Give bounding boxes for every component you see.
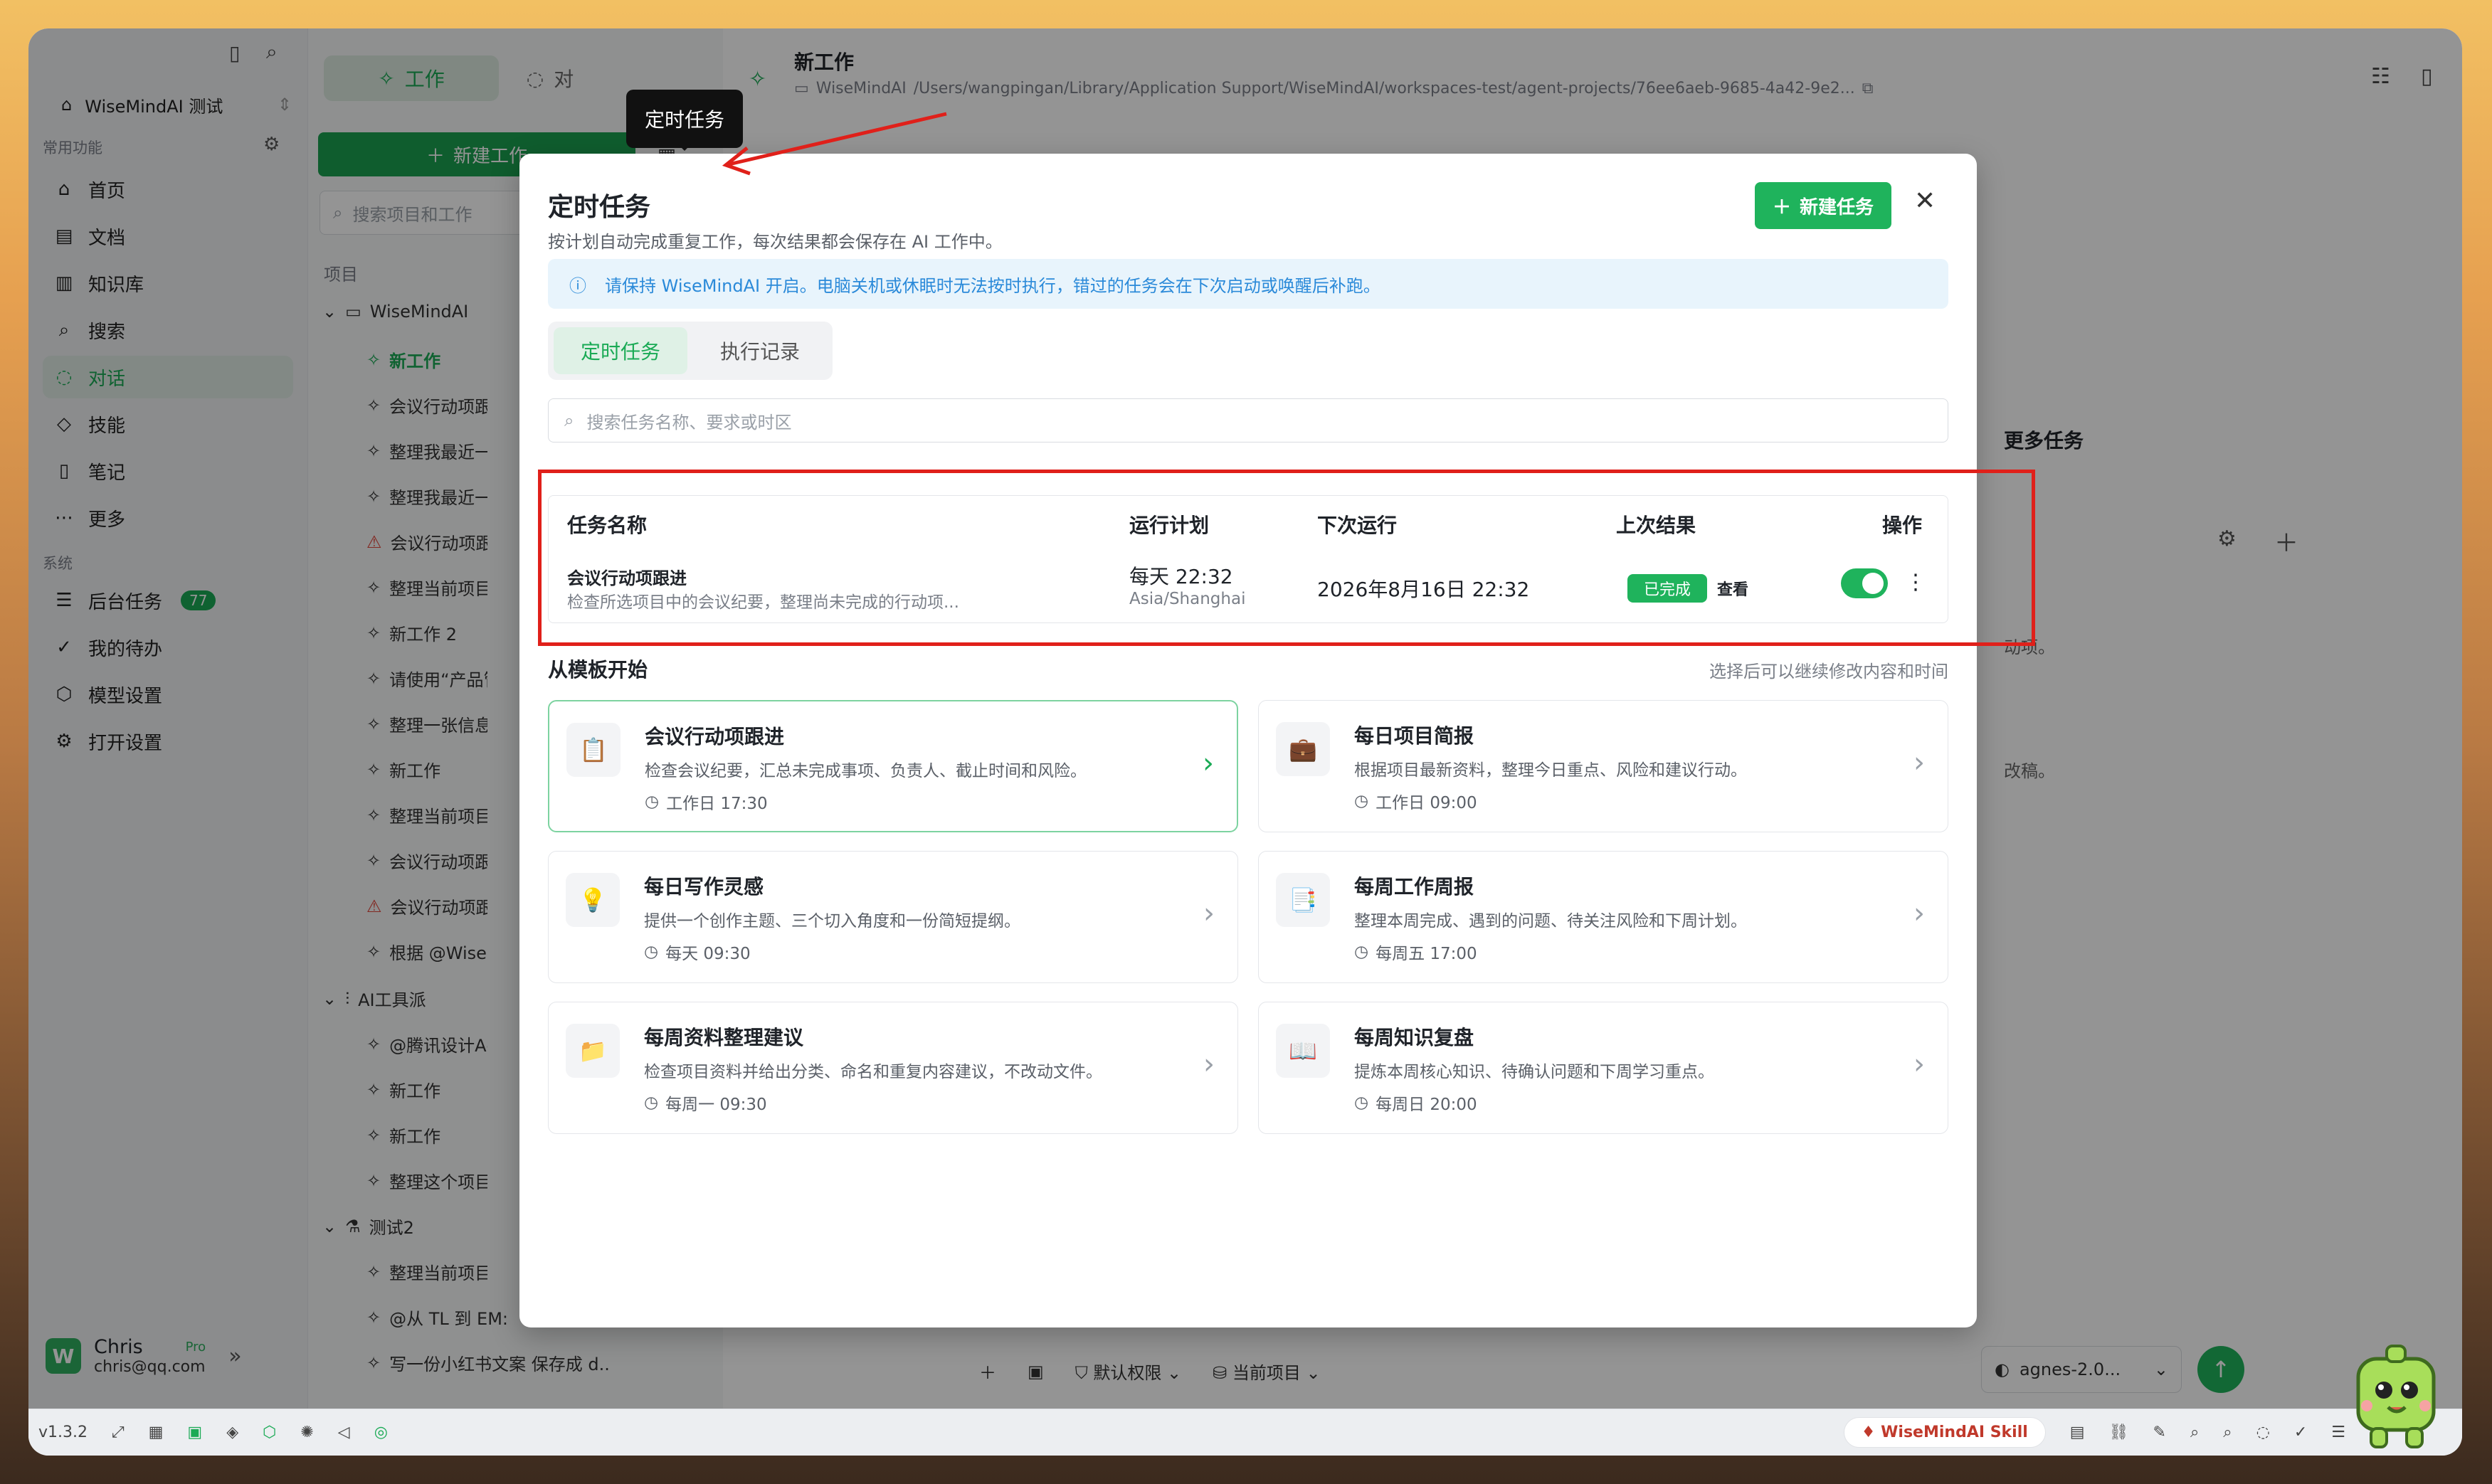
template-desc: 检查项目资料并给出分类、命名和重复内容建议，不改动文件。 xyxy=(644,1063,1102,1081)
mascot-image xyxy=(2356,1345,2436,1448)
chevron-right-icon: › xyxy=(1913,746,1925,779)
dialog-subtitle: 按计划自动完成重复工作，每次结果都会保存在 AI 工作中。 xyxy=(548,232,1003,252)
template-title: 每周知识复盘 xyxy=(1354,1026,1474,1049)
comment-icon[interactable]: ◌ xyxy=(2256,1424,2270,1441)
button-label: 新建任务 xyxy=(1800,196,1874,218)
info-text: 请保持 WiseMindAI 开启。电脑关机或休眠时无法按时执行，错过的任务会在… xyxy=(605,275,1380,296)
placeholder-text: 搜索任务名称、要求或时区 xyxy=(586,412,792,433)
cube-icon[interactable]: ⬡ xyxy=(263,1424,276,1441)
app-window: ▯ ⌕ ⌂ WiseMindAI 测试 ⇕ 常用功能 ⚙ ⌂ 首页 ▤ 文档 ▥ 知识… xyxy=(28,28,2462,1456)
template-schedule: ◷ 每周五 17:00 xyxy=(1354,940,1477,964)
schedule-text: 工作日 09:00 xyxy=(1376,794,1477,812)
template-title: 每周工作周报 xyxy=(1354,875,1474,899)
clock-icon: ◷ xyxy=(1354,1093,1369,1112)
clock-icon: ◷ xyxy=(644,943,659,961)
gem-icon: ♦ xyxy=(1861,1424,1881,1441)
info-icon: ⓘ xyxy=(569,275,586,296)
edit-icon[interactable]: ✎ xyxy=(2153,1424,2166,1441)
template-title: 会议行动项跟进 xyxy=(645,725,785,748)
search-icon[interactable]: ⌕ xyxy=(2223,1424,2232,1441)
template-desc: 提供一个创作主题、三个切入角度和一份简短提纲。 xyxy=(644,912,1020,931)
book-icon: 📖 xyxy=(1276,1024,1330,1078)
template-title: 每日写作灵感 xyxy=(644,875,764,899)
schedule-text: 每天 09:30 xyxy=(665,945,751,963)
annotation-arrow xyxy=(722,112,947,176)
layout-icon[interactable]: ▦ xyxy=(149,1424,164,1441)
check-icon[interactable]: ✓ xyxy=(2294,1424,2307,1441)
clock-icon: ◷ xyxy=(1354,792,1369,810)
briefcase-icon: 💼 xyxy=(1276,722,1330,776)
signal-icon[interactable]: ◈ xyxy=(226,1424,238,1441)
template-desc: 检查会议纪要，汇总未完成事项、负责人、截止时间和风险。 xyxy=(645,762,1087,780)
tab-history[interactable]: 执行记录 xyxy=(693,327,827,374)
status-bar: v1.3.2 ⤢ ▦ ▣ ◈ ⬡ ✺ ◁ ◎ ♦ WiseMindAI Skil… xyxy=(28,1409,2462,1456)
schedule-text: 工作日 17:30 xyxy=(666,795,768,813)
template-desc: 根据项目最新资料，整理今日重点、风险和建议行动。 xyxy=(1354,761,1747,780)
template-card[interactable]: 📖 每周知识复盘 提炼本周核心知识、待确认问题和下周学习重点。 ◷ 每周日 20:… xyxy=(1258,1002,1948,1134)
template-schedule: ◷ 工作日 17:30 xyxy=(645,790,768,814)
template-desc: 提炼本周核心知识、待确认问题和下周学习重点。 xyxy=(1354,1063,1714,1081)
template-schedule: ◷ 每天 09:30 xyxy=(644,940,751,964)
new-task-button[interactable]: ＋ 新建任务 xyxy=(1755,182,1891,229)
task-search-input[interactable]: ⌕ 搜索任务名称、要求或时区 xyxy=(548,398,1948,442)
template-card[interactable]: 📋 会议行动项跟进 检查会议纪要，汇总未完成事项、负责人、截止时间和风险。 ◷ 工… xyxy=(548,700,1238,832)
close-icon[interactable]: ✕ xyxy=(1914,186,1936,216)
schedule-text: 每周一 09:30 xyxy=(665,1096,767,1114)
chevron-right-icon: › xyxy=(1913,897,1925,930)
highlight-box xyxy=(538,470,2035,646)
schedule-text: 每周日 20:00 xyxy=(1376,1096,1477,1114)
template-card[interactable]: 💼 每日项目简报 根据项目最新资料，整理今日重点、风险和建议行动。 ◷ 工作日 0… xyxy=(1258,700,1948,832)
chevron-right-icon: › xyxy=(1203,897,1215,930)
template-desc: 整理本周完成、遇到的问题、待关注风险和下周计划。 xyxy=(1354,912,1747,931)
folder-icon: 📁 xyxy=(566,1024,620,1078)
tab-scheduled[interactable]: 定时任务 xyxy=(554,327,687,374)
template-card[interactable]: 📑 每周工作周报 整理本周完成、遇到的问题、待关注风险和下周计划。 ◷ 每周五 1… xyxy=(1258,851,1948,983)
templates-hint: 选择后可以继续修改内容和时间 xyxy=(1709,662,1948,682)
scheduled-tasks-dialog: 定时任务 按计划自动完成重复工作，每次结果都会保存在 AI 工作中。 ＋ 新建任务… xyxy=(519,154,1977,1327)
search-icon: ⌕ xyxy=(564,410,574,430)
template-title: 每周资料整理建议 xyxy=(644,1026,804,1049)
template-card[interactable]: 📁 每周资料整理建议 检查项目资料并给出分类、命名和重复内容建议，不改动文件。 … xyxy=(548,1002,1238,1134)
megaphone-icon[interactable]: ◁ xyxy=(338,1424,350,1441)
plus-icon: ＋ xyxy=(1772,196,1791,218)
fullscreen-icon[interactable]: ⤢ xyxy=(112,1424,125,1441)
dialog-title: 定时任务 xyxy=(548,193,651,222)
zoom-icon[interactable]: ⌕ xyxy=(2190,1424,2199,1441)
skill-label: WiseMindAI Skill xyxy=(1881,1424,2028,1441)
schedule-text: 每周五 17:00 xyxy=(1376,945,1477,963)
info-banner: ⓘ 请保持 WiseMindAI 开启。电脑关机或休眠时无法按时执行，错过的任务会… xyxy=(548,259,1948,309)
terminal-icon[interactable]: ▣ xyxy=(187,1424,202,1441)
report-icon: 📑 xyxy=(1276,873,1330,927)
chevron-right-icon: › xyxy=(1203,747,1214,780)
globe-icon[interactable]: ◎ xyxy=(374,1424,388,1441)
template-schedule: ◷ 每周一 09:30 xyxy=(644,1091,767,1115)
tab-switcher: 定时任务 执行记录 xyxy=(548,322,833,380)
clock-icon: ◷ xyxy=(1354,943,1369,961)
chevron-right-icon: › xyxy=(1203,1048,1215,1081)
chevron-right-icon: › xyxy=(1913,1048,1925,1081)
skill-badge[interactable]: ♦ WiseMindAI Skill xyxy=(1843,1417,2046,1448)
template-schedule: ◷ 工作日 09:00 xyxy=(1354,789,1477,813)
file-icon[interactable]: ▤ xyxy=(2070,1424,2085,1441)
template-title: 每日项目简报 xyxy=(1354,724,1474,748)
template-schedule: ◷ 每周日 20:00 xyxy=(1354,1091,1477,1115)
bug-icon[interactable]: ✺ xyxy=(300,1424,313,1441)
clock-icon: ◷ xyxy=(644,1093,659,1112)
lightbulb-icon: 💡 xyxy=(566,873,620,927)
template-card[interactable]: 💡 每日写作灵感 提供一个创作主题、三个切入角度和一份简短提纲。 ◷ 每天 09:… xyxy=(548,851,1238,983)
version-label: v1.3.2 xyxy=(38,1424,88,1441)
clock-icon: ◷ xyxy=(645,793,660,811)
link-icon[interactable]: ⛓ xyxy=(2109,1424,2129,1441)
clipboard-icon: 📋 xyxy=(566,723,621,777)
templates-title: 从模板开始 xyxy=(548,658,648,682)
